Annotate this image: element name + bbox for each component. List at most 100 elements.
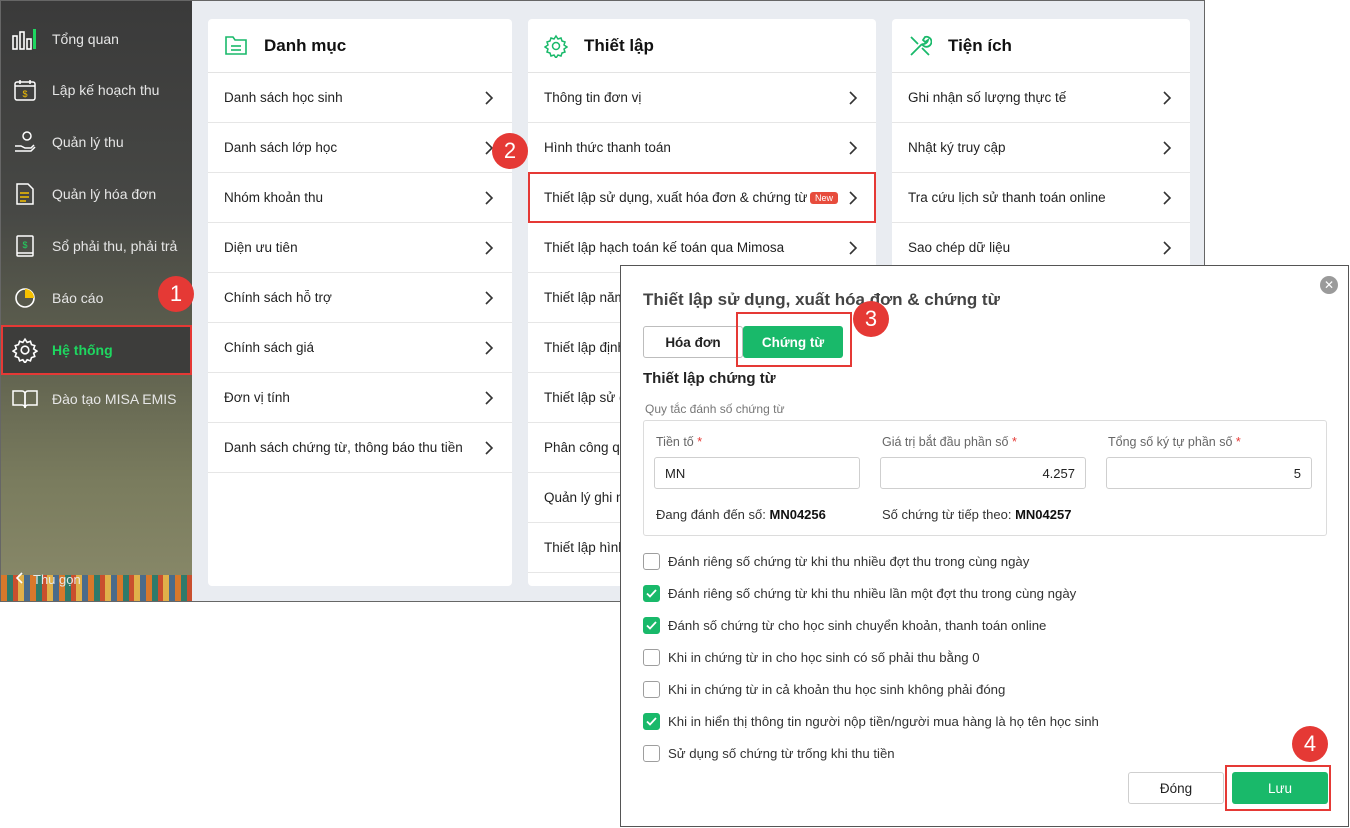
sidebar-item-label: Quản lý thu (52, 134, 124, 150)
utilities-card-header: Tiện ích (892, 19, 1190, 73)
sidebar-item-label: Sổ phải thu, phải trả (52, 238, 178, 254)
chevron-left-icon (15, 572, 23, 587)
catalog-item-support-policy[interactable]: Chính sách hỗ trợ (208, 273, 512, 323)
option-label: Sử dụng số chứng từ trống khi thu tiền (668, 745, 895, 761)
current-number-label: Đang đánh đến số: (656, 507, 766, 522)
item-label: Đơn vị tính (224, 390, 290, 405)
sidebar-item-invoice-management[interactable]: Quản lý hóa đơn (1, 171, 192, 217)
item-label: Chính sách giá (224, 340, 315, 355)
svg-text:$: $ (22, 89, 27, 99)
close-icon[interactable]: ✕ (1320, 276, 1338, 294)
prefix-label-text: Tiền tố (656, 435, 694, 449)
option-label: Đánh riêng số chứng từ khi thu nhiều lần… (668, 585, 1077, 601)
catalog-item-vouchers[interactable]: Danh sách chứng từ, thông báo thu tiền (208, 423, 512, 473)
step-marker-2: 2 (492, 133, 528, 169)
svg-text:$: $ (22, 240, 27, 250)
highlight-system-menu (1, 325, 192, 375)
option-print-non-payable[interactable]: Khi in chứng từ in cả khoản thu học sinh… (643, 679, 1005, 699)
option-label: Khi in chứng từ in cho học sinh có số ph… (668, 649, 980, 665)
option-print-zero-receivable[interactable]: Khi in chứng từ in cho học sinh có số ph… (643, 647, 980, 667)
chevron-right-icon (485, 240, 494, 255)
chevron-right-icon (485, 340, 494, 355)
settings-card-title: Thiết lập (584, 35, 654, 55)
chevron-right-icon (1163, 240, 1172, 255)
collapse-label: Thu gọn (33, 572, 81, 587)
catalog-card-title: Danh mục (264, 35, 347, 55)
checkbox[interactable] (643, 712, 660, 730)
checkbox[interactable] (643, 584, 660, 602)
highlight-invoice-setup-row (528, 172, 876, 223)
next-number-info: Số chứng từ tiếp theo: MN04257 (882, 507, 1071, 522)
item-label: Sao chép dữ liệu (908, 240, 1011, 255)
dialog-title: Thiết lập sử dụng, xuất hóa đơn & chứng … (643, 290, 1000, 309)
option-separate-per-period[interactable]: Đánh riêng số chứng từ khi thu nhiều đợt… (643, 551, 1029, 571)
sidebar-item-receivable-ledger[interactable]: $ Sổ phải thu, phải trả (1, 223, 192, 269)
catalog-item-students[interactable]: Danh sách học sinh (208, 73, 512, 123)
item-label: Danh sách lớp học (224, 140, 338, 155)
utilities-item-payment-history[interactable]: Tra cứu lịch sử thanh toán online (892, 173, 1190, 223)
prefix-label: Tiền tố * (656, 435, 702, 449)
chevron-right-icon (849, 90, 858, 105)
checkbox[interactable] (643, 648, 660, 666)
option-online-payment-numbering[interactable]: Đánh số chứng từ cho học sinh chuyển kho… (643, 615, 1046, 635)
numbering-rule-panel: Tiền tố * MN Giá trị bắt đầu phần số * 4… (643, 420, 1327, 536)
step-marker-3: 3 (853, 301, 889, 337)
item-label: Diện ưu tiên (224, 240, 298, 255)
item-label: Danh sách chứng từ, thông báo thu tiền (224, 440, 463, 455)
checkbox[interactable] (643, 680, 660, 698)
settings-card-header: Thiết lập (528, 19, 876, 73)
numbering-rule-label: Quy tắc đánh số chứng từ (645, 402, 785, 416)
pie-chart-icon (12, 285, 38, 311)
close-button[interactable]: Đóng (1128, 772, 1224, 804)
sidebar-item-collection-management[interactable]: Quản lý thu (1, 119, 192, 165)
item-label: Danh sách học sinh (224, 90, 343, 105)
total-digits-input[interactable]: 5 (1106, 457, 1312, 489)
gear-icon (543, 34, 569, 59)
option-label: Khi in hiển thị thông tin người nộp tiền… (668, 713, 1099, 729)
start-value-input[interactable]: 4.257 (880, 457, 1086, 489)
option-label: Đánh riêng số chứng từ khi thu nhiều đợt… (668, 553, 1030, 569)
bar-chart-icon (12, 26, 38, 52)
invoice-voucher-setup-dialog: Thiết lập sử dụng, xuất hóa đơn & chứng … (620, 265, 1349, 827)
catalog-item-fee-groups[interactable]: Nhóm khoản thu (208, 173, 512, 223)
catalog-item-priority[interactable]: Diện ưu tiên (208, 223, 512, 273)
tab-invoice[interactable]: Hóa đơn (643, 326, 743, 358)
option-label: Khi in chứng từ in cả khoản thu học sinh… (668, 681, 1006, 697)
chevron-right-icon (849, 140, 858, 155)
checkbox[interactable] (643, 616, 660, 634)
chevron-right-icon (1163, 190, 1172, 205)
utilities-item-access-log[interactable]: Nhật ký truy cập (892, 123, 1190, 173)
current-number-value: MN04256 (769, 507, 826, 522)
option-use-blank-numbers[interactable]: Sử dụng số chứng từ trống khi thu tiền (643, 743, 895, 763)
catalog-item-classes[interactable]: Danh sách lớp học (208, 123, 512, 173)
checkbox[interactable] (643, 552, 660, 570)
option-show-payer-as-student[interactable]: Khi in hiển thị thông tin người nộp tiền… (643, 711, 1099, 731)
start-value-label-text: Giá trị bắt đầu phần số (882, 435, 1009, 449)
prefix-input[interactable]: MN (654, 457, 860, 489)
option-separate-per-time[interactable]: Đánh riêng số chứng từ khi thu nhiều lần… (643, 583, 1076, 603)
sidebar-item-collection-plan[interactable]: $ Lập kế hoạch thu (1, 67, 192, 113)
settings-item-payment-methods[interactable]: Hình thức thanh toán (528, 123, 876, 173)
sidebar-item-label: Đào tạo MISA EMIS (52, 391, 177, 407)
start-value-label: Giá trị bắt đầu phần số * (882, 435, 1017, 449)
sidebar-item-label: Quản lý hóa đơn (52, 186, 157, 202)
collapse-button[interactable]: Thu gọn (15, 572, 81, 587)
checkbox[interactable] (643, 744, 660, 762)
highlight-voucher-tab (736, 312, 852, 367)
chevron-right-icon (485, 90, 494, 105)
total-digits-label: Tổng số ký tự phần số * (1108, 435, 1241, 449)
item-label: Chính sách hỗ trợ (224, 290, 332, 305)
catalog-item-price-policy[interactable]: Chính sách giá (208, 323, 512, 373)
sidebar-item-overview[interactable]: Tổng quan (1, 16, 192, 62)
item-label: Ghi nhận số lượng thực tế (908, 90, 1067, 105)
utilities-item-actual-quantity[interactable]: Ghi nhận số lượng thực tế (892, 73, 1190, 123)
catalog-item-units[interactable]: Đơn vị tính (208, 373, 512, 423)
next-number-value: MN04257 (1015, 507, 1072, 522)
sidebar-item-training[interactable]: Đào tạo MISA EMIS (1, 376, 192, 422)
item-label: Thông tin đơn vị (544, 90, 642, 105)
folder-icon (224, 34, 248, 58)
highlight-save-button (1225, 765, 1331, 811)
settings-item-unit-info[interactable]: Thông tin đơn vị (528, 73, 876, 123)
chevron-right-icon (1163, 140, 1172, 155)
next-number-label: Số chứng từ tiếp theo: (882, 507, 1012, 522)
